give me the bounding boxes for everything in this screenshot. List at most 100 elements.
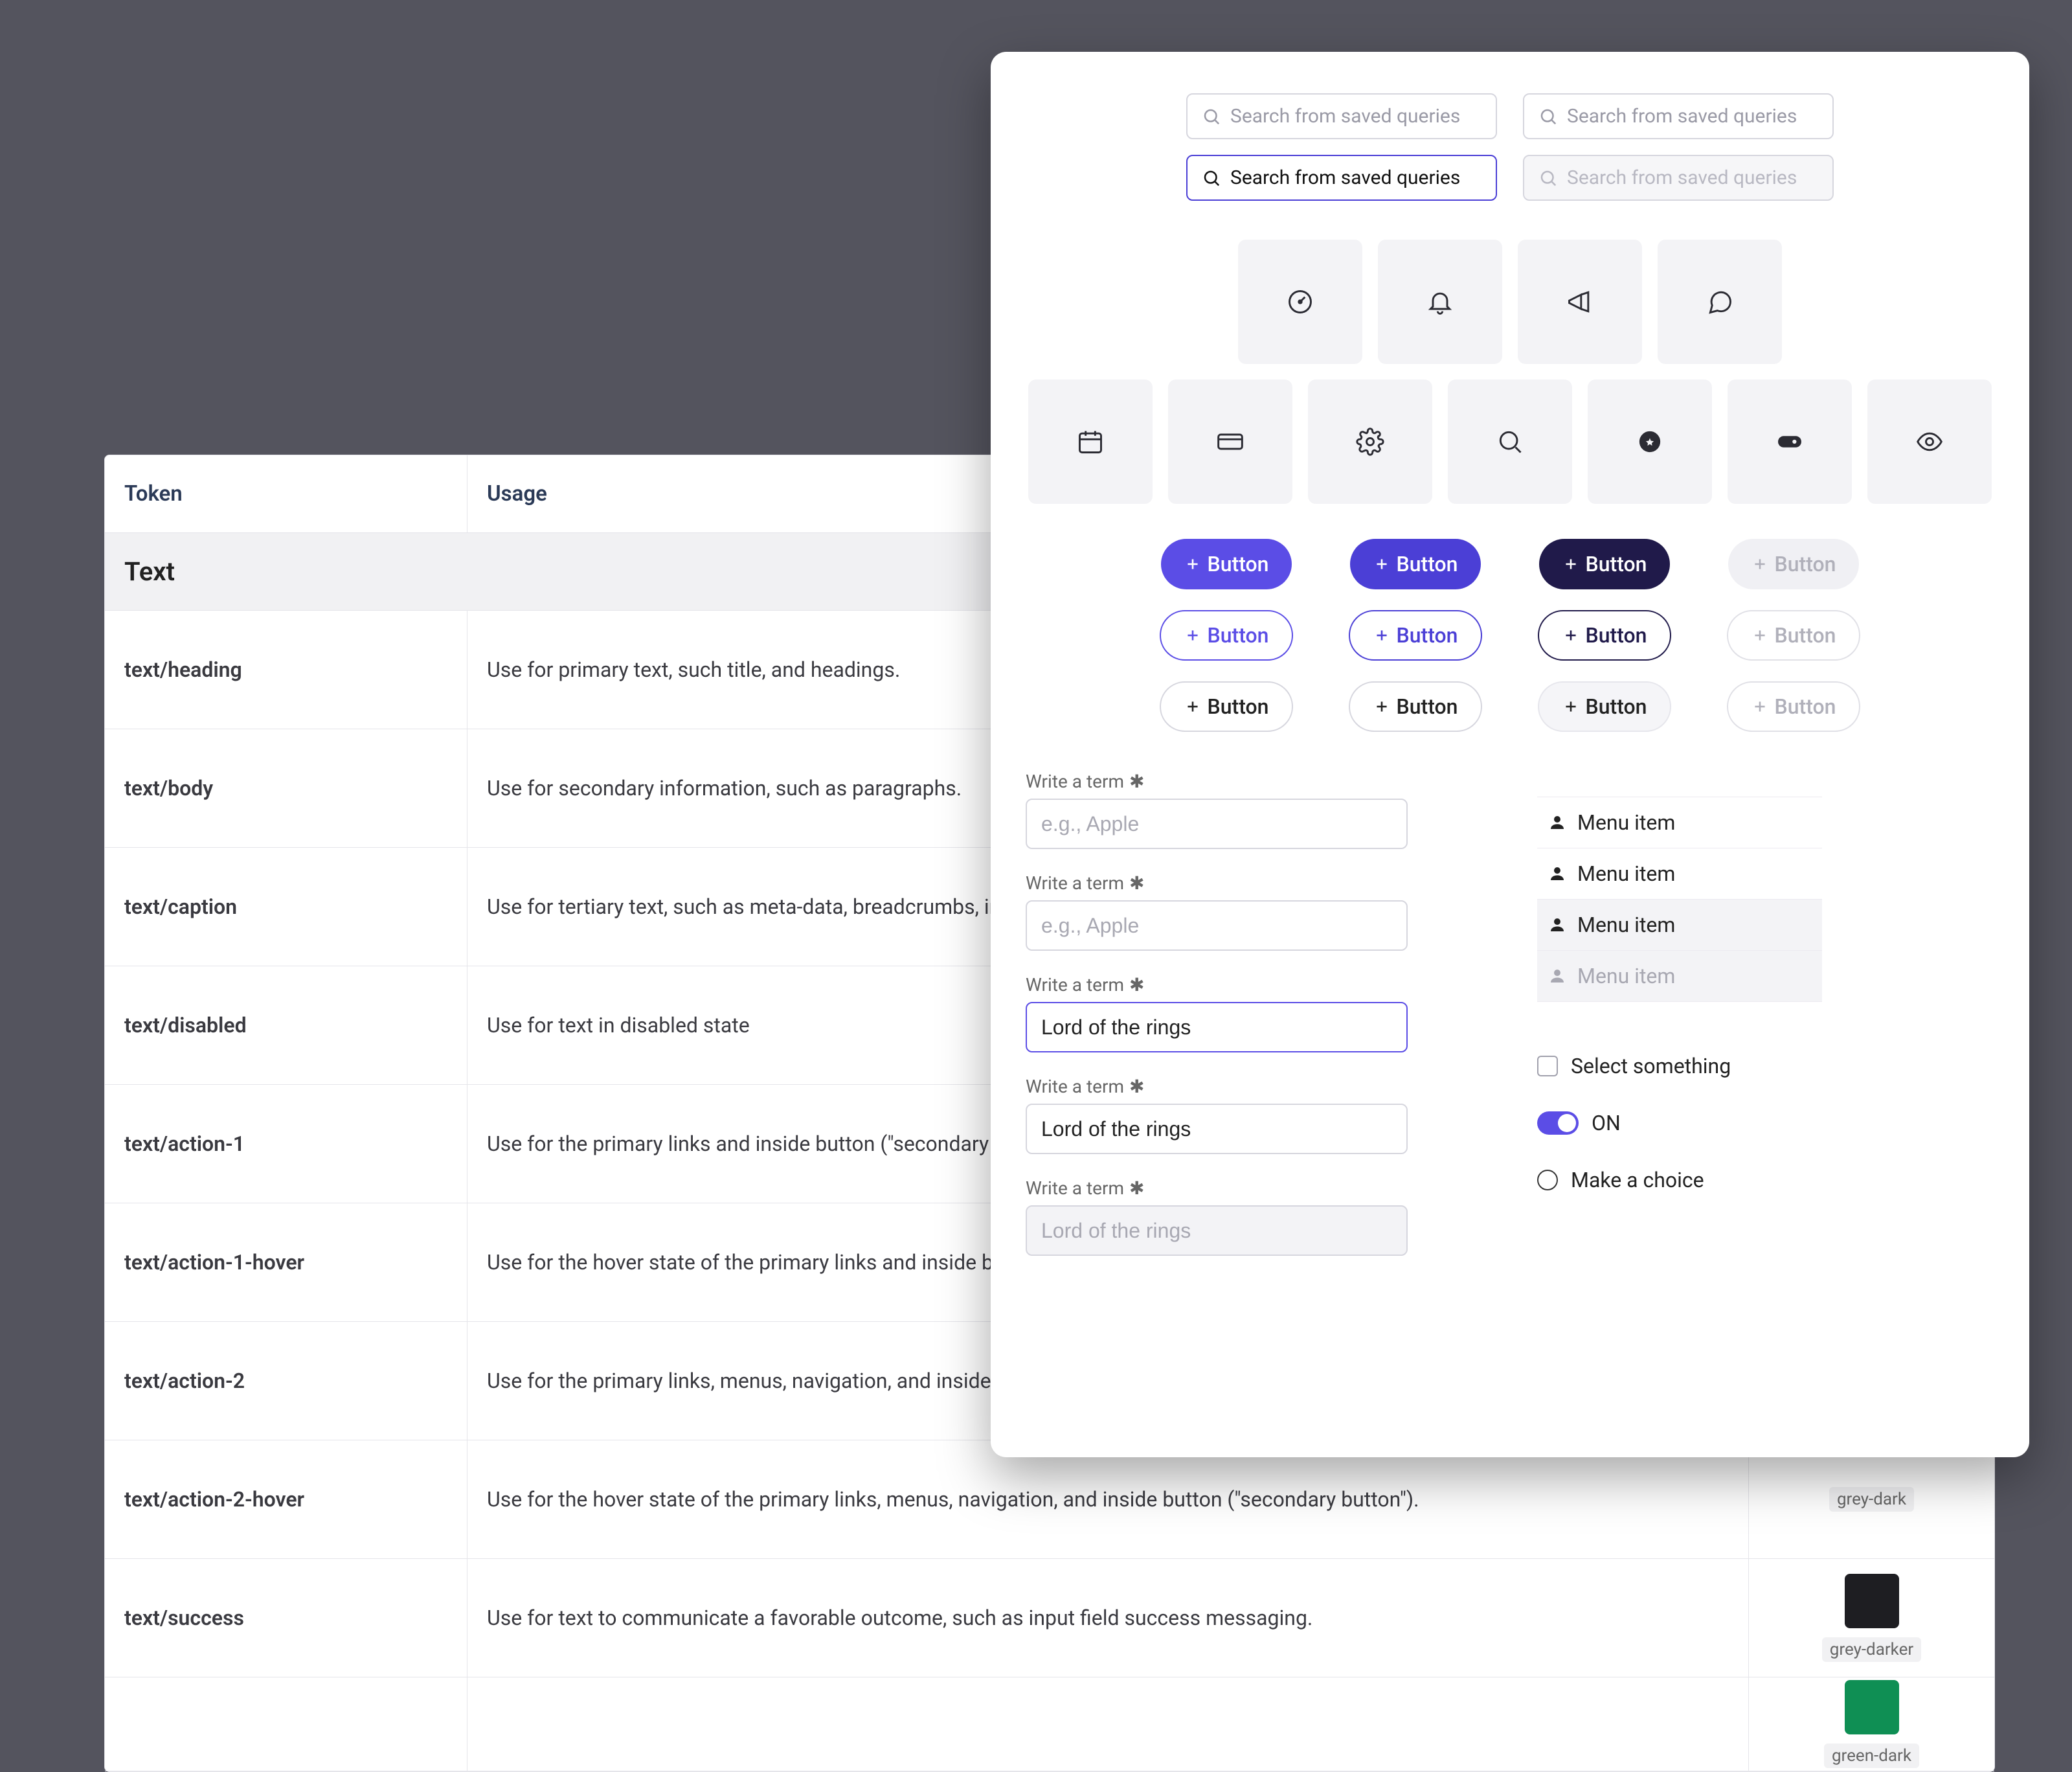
- icon-tile-star[interactable]: [1588, 380, 1712, 504]
- search-placeholder: Search from saved queries: [1567, 105, 1797, 128]
- search-icon: [1538, 107, 1558, 126]
- plus-icon: [1184, 698, 1201, 715]
- icon-tile-bell[interactable]: [1378, 240, 1502, 364]
- field-label-text: Write a term: [1026, 771, 1124, 792]
- plus-icon: [1751, 556, 1768, 573]
- radio-label: Make a choice: [1571, 1168, 1704, 1192]
- menu-item-default[interactable]: Menu item: [1537, 848, 1822, 900]
- menu-list: Menu item Menu item Menu item Menu item: [1537, 797, 1822, 1002]
- search-input-active[interactable]: Search from saved queries: [1186, 155, 1497, 201]
- plus-icon: [1184, 627, 1201, 644]
- plus-icon: [1184, 556, 1201, 573]
- calendar-icon: [1076, 427, 1105, 456]
- button-label: Button: [1208, 623, 1269, 648]
- button-secondary-hover[interactable]: Button: [1349, 610, 1483, 661]
- icon-tile-search[interactable]: [1448, 380, 1572, 504]
- icon-tile-card[interactable]: [1168, 380, 1292, 504]
- table-row: text/action-2-hover Use for the hover st…: [105, 1440, 1994, 1559]
- icon-tile-row-large: [1026, 240, 1994, 364]
- text-input-disabled: [1026, 1205, 1408, 1256]
- button-secondary-disabled: Button: [1727, 610, 1861, 661]
- form-and-controls: Write a term✱ Write a term✱ Write a term…: [1026, 771, 1994, 1279]
- search-placeholder: Search from saved queries: [1230, 105, 1460, 128]
- icon-tile-gauge[interactable]: [1238, 240, 1362, 364]
- text-input-default[interactable]: [1026, 799, 1408, 849]
- button-label: Button: [1775, 623, 1836, 648]
- button-tertiary[interactable]: Button: [1160, 681, 1294, 732]
- text-input-filled[interactable]: [1026, 1104, 1408, 1154]
- eye-icon: [1915, 427, 1944, 456]
- person-icon: [1548, 966, 1567, 986]
- search-icon: [1496, 427, 1524, 456]
- button-primary-disabled: Button: [1728, 539, 1860, 589]
- button-label: Button: [1397, 694, 1458, 719]
- icon-tile-toggle[interactable]: [1728, 380, 1852, 504]
- token-cell: text/body: [105, 729, 467, 847]
- token-cell: text/disabled: [105, 966, 467, 1084]
- plus-icon: [1751, 698, 1768, 715]
- checkbox-control[interactable]: Select something: [1537, 1054, 1822, 1078]
- usage-cell: Use for text to communicate a favorable …: [467, 1559, 1748, 1677]
- button-label: Button: [1586, 694, 1647, 719]
- token-cell: text/action-2: [105, 1322, 467, 1440]
- menu-item-label: Menu item: [1577, 810, 1675, 835]
- search-input-disabled: Search from saved queries: [1523, 155, 1834, 201]
- gear-icon: [1356, 427, 1384, 456]
- radio-control[interactable]: Make a choice: [1537, 1168, 1822, 1192]
- usage-cell: Use for the hover state of the primary l…: [467, 1440, 1748, 1558]
- swatch-cell-green-dark: green-dark: [1748, 1677, 1994, 1771]
- toggle-icon: [1775, 427, 1804, 456]
- button-tertiary-active[interactable]: Button: [1538, 681, 1672, 732]
- toggle-control[interactable]: ON: [1537, 1111, 1822, 1135]
- icon-tile-megaphone[interactable]: [1518, 240, 1642, 364]
- search-input-default[interactable]: Search from saved queries: [1523, 93, 1834, 139]
- icon-tile-eye[interactable]: [1867, 380, 1992, 504]
- bell-icon: [1426, 288, 1454, 316]
- plus-icon: [1562, 627, 1579, 644]
- menu-item-hover[interactable]: Menu item: [1537, 900, 1822, 951]
- icon-tile-calendar[interactable]: [1028, 380, 1153, 504]
- search-icon: [1202, 107, 1221, 126]
- person-icon: [1548, 813, 1567, 832]
- required-asterisk: ✱: [1129, 771, 1144, 792]
- required-asterisk: ✱: [1129, 872, 1144, 894]
- required-asterisk: ✱: [1129, 1177, 1144, 1199]
- plus-icon: [1373, 627, 1390, 644]
- search-icon: [1202, 168, 1221, 188]
- table-row: green-dark: [105, 1677, 1994, 1771]
- search-input-default[interactable]: Search from saved queries: [1186, 93, 1497, 139]
- plus-icon: [1562, 556, 1579, 573]
- component-panel: Search from saved queries Search from sa…: [991, 52, 2029, 1457]
- token-cell: text/success: [105, 1559, 467, 1677]
- text-input-variants: Write a term✱ Write a term✱ Write a term…: [1026, 771, 1408, 1279]
- person-icon: [1548, 864, 1567, 883]
- person-icon: [1548, 915, 1567, 935]
- swatch-cell-grey-dark: grey-dark: [1748, 1440, 1994, 1558]
- required-asterisk: ✱: [1129, 974, 1144, 995]
- button-secondary-active[interactable]: Button: [1538, 610, 1672, 661]
- color-swatch: [1845, 1680, 1899, 1734]
- button-primary[interactable]: Button: [1161, 539, 1292, 589]
- icon-tile-comment[interactable]: [1658, 240, 1782, 364]
- table-row: text/success Use for text to communicate…: [105, 1559, 1994, 1677]
- button-secondary[interactable]: Button: [1160, 610, 1294, 661]
- button-tertiary-hover[interactable]: Button: [1349, 681, 1483, 732]
- button-primary-hover[interactable]: Button: [1350, 539, 1481, 589]
- menu-item-default[interactable]: Menu item: [1537, 797, 1822, 848]
- field-disabled: Write a term✱: [1026, 1177, 1408, 1256]
- icon-tile-settings[interactable]: [1308, 380, 1432, 504]
- button-label: Button: [1208, 552, 1269, 576]
- plus-icon: [1373, 556, 1390, 573]
- token-cell: text/action-2-hover: [105, 1440, 467, 1558]
- button-variant-grid: Button Button Button Button Button Butto…: [1026, 539, 1994, 732]
- token-cell: text/caption: [105, 848, 467, 966]
- usage-cell: [467, 1677, 1748, 1771]
- text-input-hover[interactable]: [1026, 900, 1408, 951]
- toggle-icon: [1537, 1111, 1579, 1135]
- button-tertiary-disabled: Button: [1727, 681, 1861, 732]
- color-swatch: [1845, 1574, 1899, 1628]
- swatch-cell-grey-darker: grey-darker: [1748, 1559, 1994, 1677]
- button-primary-active[interactable]: Button: [1539, 539, 1671, 589]
- text-input-focus[interactable]: [1026, 1002, 1408, 1052]
- megaphone-icon: [1566, 288, 1594, 316]
